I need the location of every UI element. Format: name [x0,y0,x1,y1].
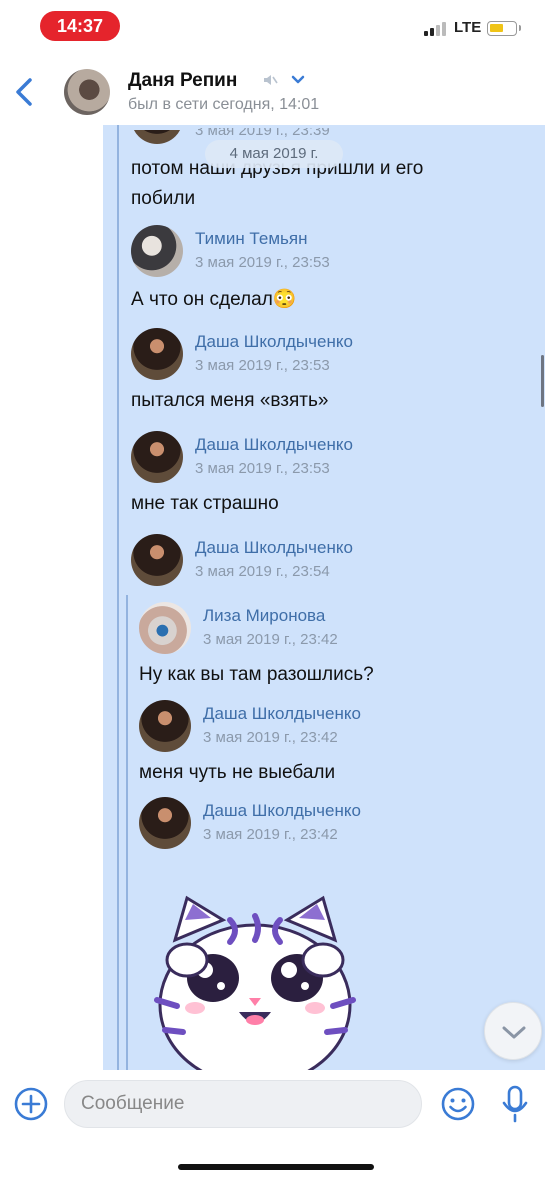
network-label: LTE [454,19,482,36]
sender-avatar[interactable] [131,225,183,277]
message-date: 3 мая 2019 г., 23:53 [195,460,330,477]
message-date: 3 мая 2019 г., 23:53 [195,357,330,374]
chevron-down-icon[interactable] [290,74,306,86]
chat-screen: 14:37 LTE Даня Репин был в сети сегодня,… [0,0,545,1182]
floating-date-badge: 4 мая 2019 г. [205,140,343,168]
sender-name[interactable]: Даша Школдыченко [195,538,353,558]
chevron-left-icon [16,78,32,106]
nested-forward-thread-line [126,595,128,1070]
message-text: Ну как вы там разошлись? [139,664,374,685]
sender-avatar[interactable] [131,534,183,586]
contact-name[interactable]: Даня Репин [128,70,237,92]
signal-icon [424,22,452,36]
chat-header: Даня Репин был в сети сегодня, 14:01 [0,52,545,130]
sender-name[interactable]: Даша Школдыченко [195,435,353,455]
scroll-indicator[interactable] [541,355,544,407]
contact-avatar[interactable] [64,69,110,115]
composer-bar: Сообщение [0,1070,545,1182]
message-date: 3 мая 2019 г., 23:54 [195,563,330,580]
attach-plus-icon[interactable] [13,1086,49,1122]
sender-name[interactable]: Даша Школдыченко [203,801,361,821]
battery-icon [487,21,517,36]
home-indicator[interactable] [178,1164,374,1170]
sender-avatar[interactable] [139,700,191,752]
sender-avatar[interactable] [131,431,183,483]
message-text: меня чуть не выебали [139,762,336,783]
muted-icon [264,75,278,85]
message-text: мне так страшно [131,493,279,514]
microphone-icon[interactable] [500,1084,530,1124]
message-date: 3 мая 2019 г., 23:53 [195,254,330,271]
sender-avatar[interactable] [139,602,191,654]
sender-name[interactable]: Лиза Миронова [203,606,325,626]
message-date: 3 мая 2019 г., 23:42 [203,826,338,843]
emoji-icon[interactable] [440,1086,476,1122]
status-time: 14:37 [40,11,120,41]
cat-sticker[interactable] [135,880,375,1070]
chevron-down-icon [502,1026,526,1039]
sender-avatar[interactable] [131,328,183,380]
message-date: 3 мая 2019 г., 23:42 [203,729,338,746]
message-text: пытался меня «взять» [131,390,329,411]
sender-name[interactable]: Даша Школдыченко [195,332,353,352]
sender-name[interactable]: Даша Школдыченко [203,704,361,724]
back-button[interactable] [8,70,42,114]
last-seen-status: был в сети сегодня, 14:01 [128,96,320,113]
sender-name[interactable]: Тимин Темьян [195,229,307,249]
status-bar: 14:37 LTE [0,0,545,50]
forward-thread-line [117,125,119,1070]
scroll-down-button[interactable] [484,1002,542,1060]
message-text: А что он сделал😳 [131,289,297,310]
message-input[interactable]: Сообщение [64,1080,422,1128]
message-date: 3 мая 2019 г., 23:42 [203,631,338,648]
battery-tip [519,25,521,31]
sender-avatar[interactable] [139,797,191,849]
